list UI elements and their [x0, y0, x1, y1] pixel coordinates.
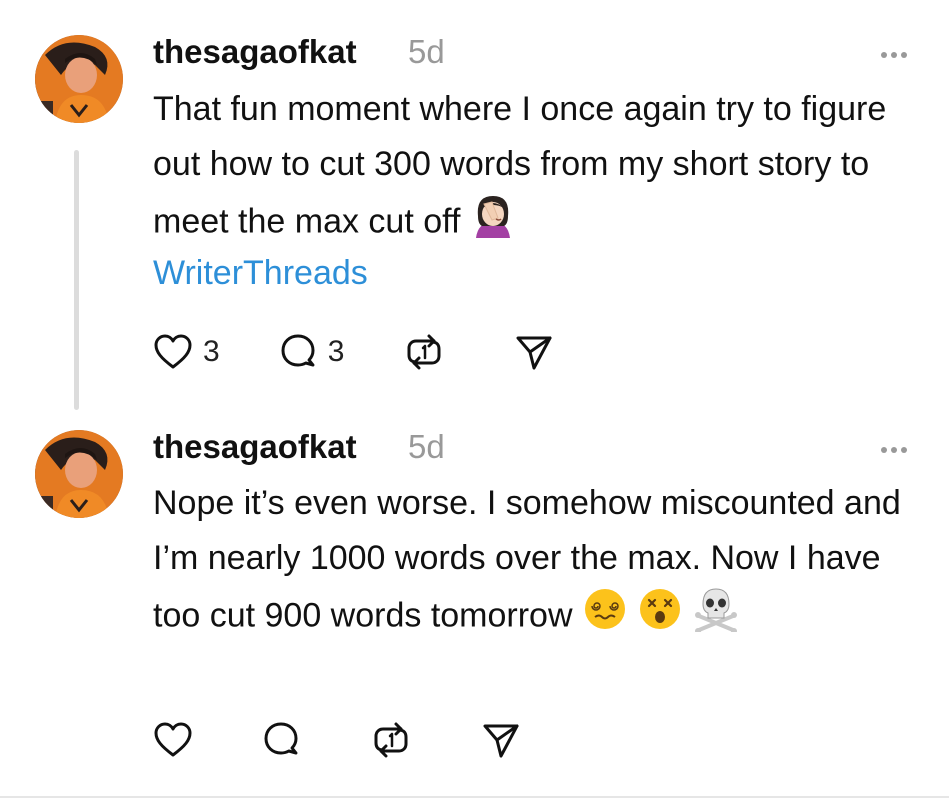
share-button[interactable] [514, 332, 554, 372]
post-text-content: That fun moment where I once again try t… [153, 90, 887, 241]
more-options-icon[interactable] [879, 433, 909, 459]
share-icon [516, 336, 552, 370]
like-count: 3 [203, 335, 220, 368]
thread-line [74, 150, 79, 410]
timestamp: 5d [408, 33, 445, 70]
like-button[interactable]: 3 [153, 333, 220, 371]
reply-button[interactable] [261, 720, 301, 760]
like-button[interactable] [153, 721, 193, 759]
repost-button[interactable] [371, 720, 411, 760]
more-options-icon[interactable] [879, 38, 909, 64]
share-button[interactable] [481, 720, 521, 760]
heart-icon [154, 334, 192, 369]
reply-count: 3 [327, 335, 345, 368]
avatar[interactable] [35, 35, 123, 123]
post-text-content: Nope it’s even worse. I somehow miscount… [153, 484, 901, 635]
hashtag-link[interactable]: WriterThreads [153, 254, 368, 293]
bottom-divider [0, 796, 949, 798]
astonished-face-emoji [637, 586, 683, 649]
post-text: That fun moment where I once again try t… [153, 82, 913, 255]
share-icon [483, 724, 519, 758]
heart-icon [154, 722, 192, 757]
repost-button[interactable] [404, 332, 444, 372]
comment-icon [281, 334, 315, 367]
username[interactable]: thesagaofkat [153, 33, 357, 71]
repost-icon [407, 334, 441, 370]
username[interactable]: thesagaofkat [153, 428, 357, 466]
skull-crossbones-emoji [693, 586, 739, 649]
avatar[interactable] [35, 430, 123, 518]
post-text: Nope it’s even worse. I somehow miscount… [153, 476, 913, 649]
reply-button[interactable]: 3 [278, 332, 345, 372]
timestamp: 5d [408, 428, 445, 465]
facepalm-emoji [470, 192, 516, 255]
post-actions: 3 3 [153, 332, 554, 372]
repost-icon [374, 722, 408, 758]
dizzy-face-emoji [582, 586, 628, 649]
post-actions [153, 720, 521, 760]
comment-icon [264, 722, 298, 755]
